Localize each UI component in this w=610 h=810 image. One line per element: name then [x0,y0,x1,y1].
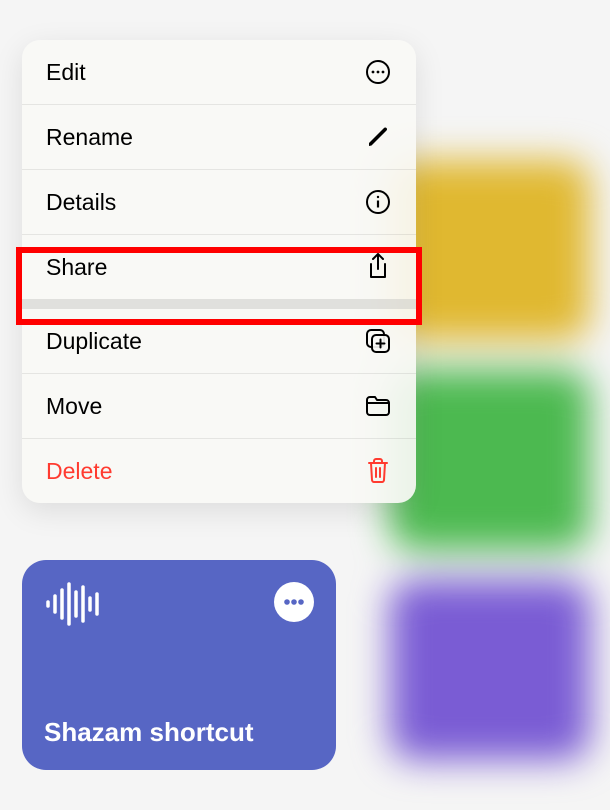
waveform-icon [44,582,104,626]
info-icon [364,188,392,216]
bg-card-yellow [390,160,590,340]
menu-item-share[interactable]: Share [22,235,416,299]
menu-label-delete: Delete [46,458,112,485]
trash-icon [364,457,392,485]
menu-item-duplicate[interactable]: Duplicate [22,309,416,374]
context-menu: Edit Rename Details [22,40,416,503]
folder-icon [364,392,392,420]
menu-label-rename: Rename [46,124,133,151]
bg-card-purple [390,580,590,760]
bg-card-green [390,370,590,550]
card-more-button[interactable] [274,582,314,622]
menu-label-edit: Edit [46,59,86,86]
menu-divider [22,299,416,309]
shortcut-card[interactable]: Shazam shortcut [22,560,336,770]
menu-item-edit[interactable]: Edit [22,40,416,105]
menu-label-move: Move [46,393,102,420]
menu-item-move[interactable]: Move [22,374,416,439]
card-title: Shazam shortcut [44,717,314,748]
menu-label-duplicate: Duplicate [46,328,142,355]
menu-item-details[interactable]: Details [22,170,416,235]
share-icon [364,253,392,281]
duplicate-icon [364,327,392,355]
menu-label-share: Share [46,254,107,281]
more-circle-icon [364,58,392,86]
menu-item-delete[interactable]: Delete [22,439,416,503]
ellipsis-icon [282,590,306,614]
menu-label-details: Details [46,189,116,216]
menu-item-rename[interactable]: Rename [22,105,416,170]
pencil-icon [364,123,392,151]
